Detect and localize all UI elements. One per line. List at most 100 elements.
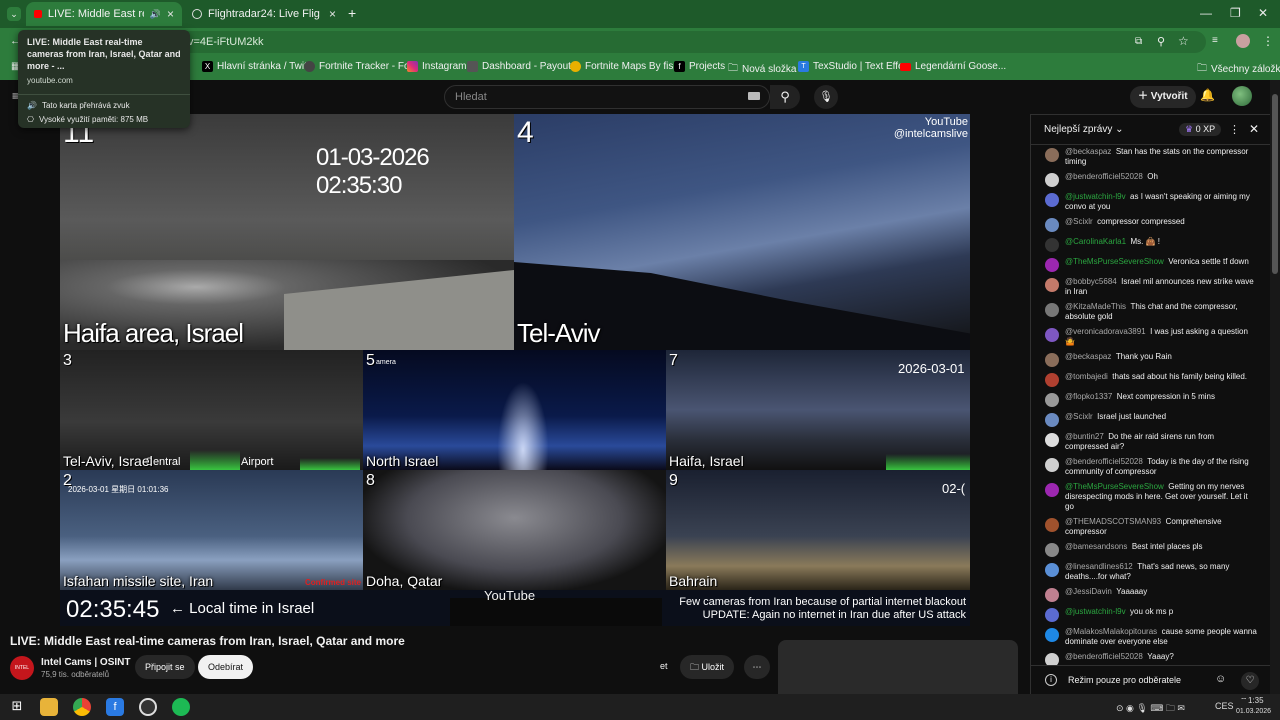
chat-avatar[interactable] <box>1045 193 1059 207</box>
notifications-bell-icon[interactable]: 🔔 <box>1200 88 1215 102</box>
more-actions-button[interactable]: ⋯ <box>744 655 770 679</box>
chat-author[interactable]: @Scixlr <box>1065 412 1093 421</box>
chat-author[interactable]: @TheMsPurseSevereShow <box>1065 482 1164 491</box>
chat-avatar[interactable] <box>1045 628 1059 642</box>
all-bookmarks[interactable]: 🗀 Všechny záložky <box>1197 61 1280 78</box>
close-tab-icon[interactable]: × <box>167 7 174 21</box>
bookmark-fortnite-tracker[interactable]: Fortnite Tracker - Fo... <box>304 61 418 72</box>
bookmark-texstudio[interactable]: T TexStudio | Text Effe... <box>798 61 912 72</box>
media-control-icon[interactable]: ≡ <box>1212 35 1218 46</box>
bookmark-goose[interactable]: Legendární Goose... <box>900 61 1006 72</box>
share-tail[interactable]: et <box>660 661 668 671</box>
chat-author[interactable]: @buntin27 <box>1065 432 1104 441</box>
chat-message[interactable]: @KitzaMadeThis This chat and the compres… <box>1031 300 1271 325</box>
tab-youtube-live[interactable]: LIVE: Middle East real-time 🔊 × <box>26 2 182 26</box>
save-button[interactable]: 🗀 Uložit <box>680 655 735 679</box>
speaker-icon[interactable]: 🔊 <box>150 9 161 20</box>
install-app-icon[interactable]: ⧉ <box>1135 36 1142 47</box>
chat-avatar[interactable] <box>1045 173 1059 187</box>
menu-dots-icon[interactable]: ⋮ <box>1262 34 1274 48</box>
windows-start-icon[interactable]: ⊞ <box>8 698 26 716</box>
chat-author[interactable]: @CarolinaKarla1 <box>1065 237 1126 246</box>
channel-name[interactable]: Intel Cams | OSINT <box>41 657 130 668</box>
chat-avatar[interactable] <box>1045 373 1059 387</box>
chat-avatar[interactable] <box>1045 303 1059 317</box>
wifi-icon[interactable]: ⌔ <box>1240 696 1248 706</box>
chat-message[interactable]: @veronicadorava3891 I was just asking a … <box>1031 325 1271 350</box>
chat-close-icon[interactable]: ✕ <box>1249 122 1259 136</box>
chat-message[interactable]: @benderofficiel52028 Yaaay? <box>1031 650 1271 665</box>
chat-avatar[interactable] <box>1045 543 1059 557</box>
chat-author[interactable]: @linesandlines612 <box>1065 562 1133 571</box>
bookmark-instagram[interactable]: Instagram <box>407 61 466 72</box>
chat-author[interactable]: @benderofficiel52028 <box>1065 652 1143 661</box>
chat-message[interactable]: @THEMADSCOTSMAN93 Comprehensive compress… <box>1031 515 1271 540</box>
chat-author[interactable]: @beckaspaz <box>1065 147 1111 156</box>
input-language[interactable]: CES <box>1215 701 1234 711</box>
join-button[interactable]: Připojit se <box>135 655 195 679</box>
app-f-icon[interactable]: f <box>106 698 124 716</box>
chat-avatar[interactable] <box>1045 413 1059 427</box>
chat-message[interactable]: @buntin27 Do the air raid sirens run fro… <box>1031 430 1271 455</box>
chat-author[interactable]: @Scixlr <box>1065 217 1093 226</box>
chat-author[interactable]: @justwatchin-l9v <box>1065 607 1126 616</box>
chat-avatar[interactable] <box>1045 238 1059 252</box>
chat-avatar[interactable] <box>1045 458 1059 472</box>
chat-more-icon[interactable]: ⋮ <box>1229 123 1240 136</box>
chat-author[interactable]: @KitzaMadeThis <box>1065 302 1126 311</box>
chat-message[interactable]: @TheMsPurseSevereShow Getting on my nerv… <box>1031 480 1271 515</box>
heart-icon[interactable]: ♡ <box>1241 672 1259 690</box>
clock-time[interactable]: 1:35 <box>1248 696 1264 705</box>
account-avatar[interactable] <box>1232 86 1252 106</box>
chat-avatar[interactable] <box>1045 563 1059 577</box>
voice-search-button[interactable]: 🎙 <box>814 85 838 109</box>
profile-icon[interactable] <box>1236 34 1250 48</box>
bookmark-twitter[interactable]: X Hlavní stránka / Twit... <box>202 61 315 72</box>
bookmark-folder[interactable]: 🗀 Nová složka <box>728 61 796 78</box>
chat-message[interactable]: @flopko1337 Next compression in 5 mins <box>1031 390 1271 410</box>
bookmark-fortnite-maps[interactable]: Fortnite Maps By fis... <box>570 61 682 72</box>
search-input[interactable]: Hledat <box>444 85 770 109</box>
chat-author[interactable]: @TheMsPurseSevereShow <box>1065 257 1164 266</box>
file-explorer-icon[interactable] <box>40 698 58 716</box>
bookmark-projects[interactable]: f Projects <box>674 61 725 72</box>
keyboard-icon[interactable] <box>748 92 760 100</box>
chat-mode-dropdown[interactable]: Nejlepší zprávy ⌄ <box>1044 124 1124 135</box>
bookmark-star-icon[interactable]: ☆ <box>1178 34 1189 48</box>
video-player[interactable]: 11 01-03-2026 02:35:30 Haifa area, Israe… <box>60 114 970 626</box>
chat-author[interactable]: @MalakosMalakopitouras <box>1065 627 1157 636</box>
chat-message[interactable]: @beckaspaz Stan has the stats on the com… <box>1031 145 1271 170</box>
chat-message[interactable]: @benderofficiel52028 Oh <box>1031 170 1271 190</box>
chat-avatar[interactable] <box>1045 393 1059 407</box>
chat-author[interactable]: @bobbyc5684 <box>1065 277 1117 286</box>
chat-avatar[interactable] <box>1045 353 1059 367</box>
chat-message[interactable]: @MalakosMalakopitouras cause some people… <box>1031 625 1271 650</box>
create-button[interactable]: ＋ Vytvořit <box>1130 86 1196 108</box>
subscribe-button[interactable]: Odebírat <box>198 655 254 679</box>
chat-message[interactable]: @benderofficiel52028 Today is the day of… <box>1031 455 1271 480</box>
zoom-icon[interactable]: ⚲ <box>1157 35 1165 48</box>
channel-avatar[interactable]: INTEL <box>10 656 34 680</box>
chat-avatar[interactable] <box>1045 258 1059 272</box>
chat-avatar[interactable] <box>1045 278 1059 292</box>
chat-avatar[interactable] <box>1045 328 1059 342</box>
chat-author[interactable]: @THEMADSCOTSMAN93 <box>1065 517 1161 526</box>
chat-message[interactable]: @beckaspaz Thank you Rain <box>1031 350 1271 370</box>
chat-author[interactable]: @justwatchin-l9v <box>1065 192 1126 201</box>
xp-badge[interactable]: ♛ 0 XP <box>1179 123 1222 136</box>
tab-search-icon[interactable]: ⌄ <box>7 7 21 21</box>
close-tab-icon[interactable]: × <box>329 7 336 21</box>
chat-avatar[interactable] <box>1045 433 1059 447</box>
chat-message[interactable]: @TheMsPurseSevereShow Veronica settle tf… <box>1031 255 1271 275</box>
chat-avatar[interactable] <box>1045 588 1059 602</box>
restore-icon[interactable]: ❐ <box>1230 6 1241 20</box>
chat-author[interactable]: @bamesandsons <box>1065 542 1127 551</box>
chat-author[interactable]: @benderofficiel52028 <box>1065 172 1143 181</box>
chat-author[interactable]: @tombajedi <box>1065 372 1108 381</box>
chat-message[interactable]: @bobbyc5684 Israel mil announces new str… <box>1031 275 1271 300</box>
page-scrollbar[interactable] <box>1270 80 1280 694</box>
close-window-icon[interactable]: ✕ <box>1258 6 1268 20</box>
spotify-icon[interactable] <box>172 698 190 716</box>
chat-avatar[interactable] <box>1045 608 1059 622</box>
chat-avatar[interactable] <box>1045 218 1059 232</box>
